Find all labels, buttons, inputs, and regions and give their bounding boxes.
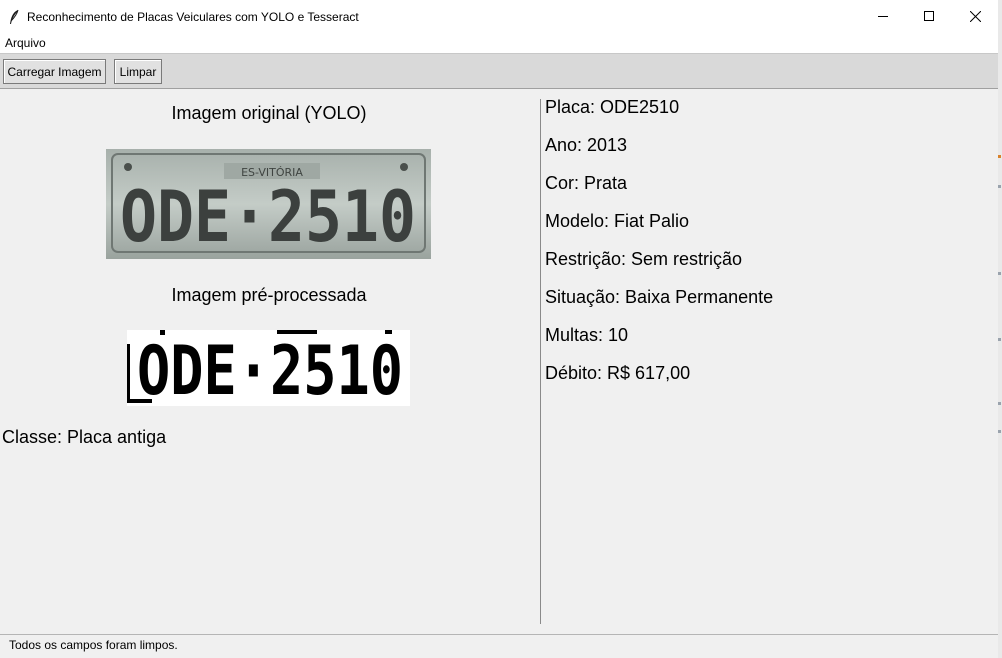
panel-divider (540, 99, 541, 624)
minimize-button[interactable] (860, 0, 906, 33)
original-plate-image: ES-VITÓRIA ODE·2510 (106, 149, 431, 259)
clear-button[interactable]: Limpar (114, 59, 162, 84)
status-text: Todos os campos foram limpos. (9, 638, 178, 652)
original-image-title: Imagem original (YOLO) (171, 103, 367, 123)
app-window: Reconhecimento de Placas Veiculares com … (0, 0, 998, 658)
title-bar[interactable]: Reconhecimento de Placas Veiculares com … (0, 0, 998, 33)
info-cor: Cor: Prata (545, 173, 628, 193)
minimize-icon (877, 16, 888, 17)
window-title: Reconhecimento de Placas Veiculares com … (27, 10, 359, 24)
info-modelo: Modelo: Fiat Palio (545, 211, 690, 231)
menu-bar: Arquivo (0, 33, 998, 53)
info-placa: Placa: ODE2510 (545, 97, 680, 117)
maximize-icon (923, 11, 934, 21)
original-plate-text: ODE·2510 (120, 176, 416, 258)
vehicle-info-panel: Placa: ODE2510 Ano: 2013 Cor: Prata Mode… (545, 97, 773, 401)
info-situacao: Situação: Baixa Permanente (545, 287, 774, 307)
close-button[interactable] (952, 0, 998, 33)
processed-plate-image: ODE·2510 (127, 330, 410, 406)
feather-icon (8, 9, 20, 25)
info-debito: Débito: R$ 617,00 (545, 363, 691, 383)
info-restricao: Restrição: Sem restrição (545, 249, 743, 269)
info-multas: Multas: 10 (545, 325, 629, 345)
main-content: Imagem original (YOLO) ES-VITÓRIA ODE·25… (0, 89, 998, 634)
info-ano: Ano: 2013 (545, 135, 628, 155)
status-bar: Todos os campos foram limpos. (0, 634, 998, 658)
processed-image-title: Imagem pré-processada (171, 285, 367, 305)
load-image-button[interactable]: Carregar Imagem (3, 59, 106, 84)
processed-plate-text: ODE·2510 (137, 332, 403, 406)
class-label: Classe: Placa antiga (2, 427, 167, 447)
maximize-button[interactable] (906, 0, 952, 33)
close-icon (969, 11, 981, 22)
menu-arquivo[interactable]: Arquivo (5, 36, 46, 50)
toolbar: Carregar Imagem Limpar (0, 53, 998, 89)
